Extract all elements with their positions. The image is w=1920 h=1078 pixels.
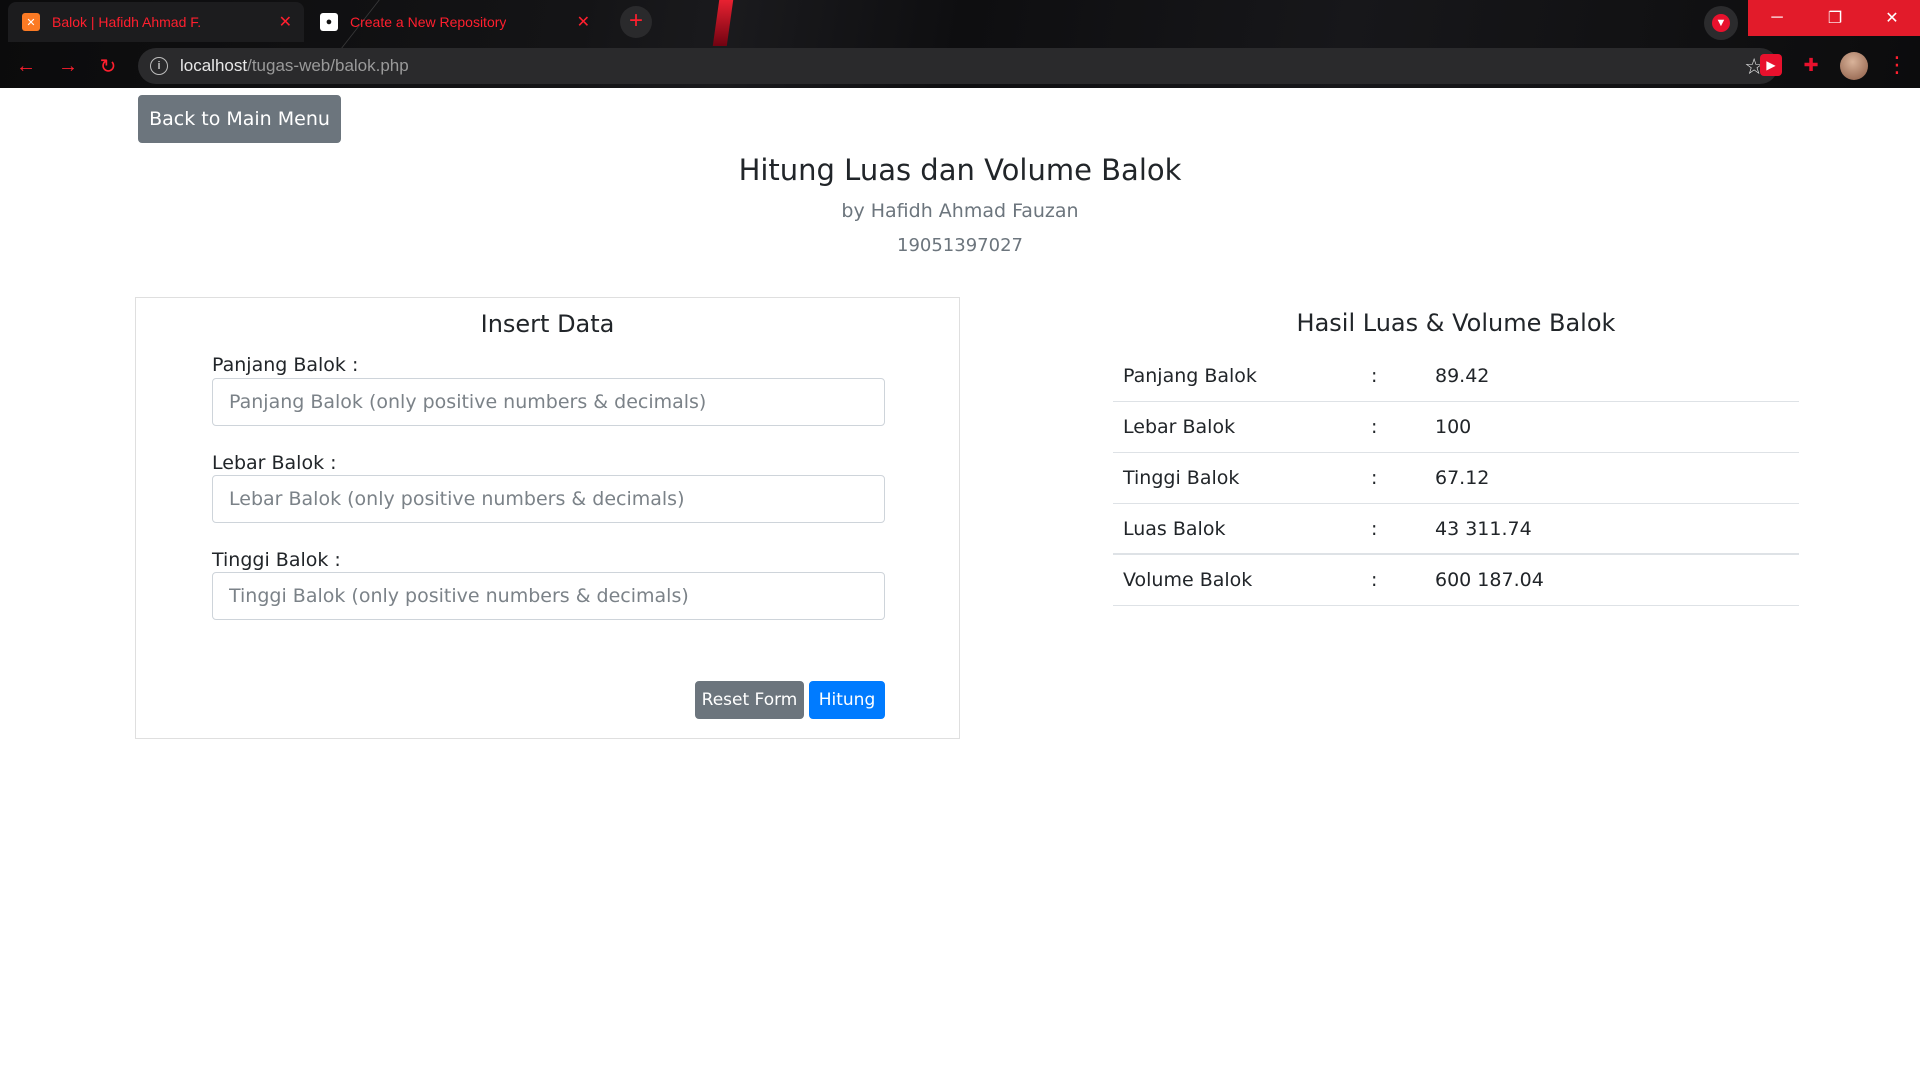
tab-balok[interactable]: ✕ Balok | Hafidh Ahmad F. ✕ xyxy=(8,2,304,42)
panjang-label: Panjang Balok : xyxy=(212,354,359,376)
row-label: Luas Balok xyxy=(1123,518,1226,540)
row-label: Panjang Balok xyxy=(1123,365,1257,387)
table-row: Tinggi Balok : 67.12 xyxy=(1113,453,1799,504)
row-label: Lebar Balok xyxy=(1123,416,1236,438)
author-subtitle: by Hafidh Ahmad Fauzan xyxy=(841,200,1079,222)
xampp-icon: ✕ xyxy=(22,13,40,31)
close-icon[interactable]: ✕ xyxy=(279,12,292,32)
table-row: Luas Balok : 43 311.74 xyxy=(1113,504,1799,555)
github-icon: ● xyxy=(320,13,338,31)
row-value: 100 xyxy=(1435,416,1472,438)
hitung-button[interactable]: Hitung xyxy=(809,681,885,719)
row-separator: : xyxy=(1371,467,1378,489)
lebar-label: Lebar Balok : xyxy=(212,452,337,474)
tab-title: Create a New Repository xyxy=(350,14,507,30)
row-separator: : xyxy=(1371,416,1378,438)
new-tab-button[interactable]: + xyxy=(620,6,652,38)
result-panel: Hasil Luas & Volume Balok Panjang Balok … xyxy=(1113,297,1799,606)
restore-button[interactable]: ❐ xyxy=(1806,0,1864,36)
tinggi-label: Tinggi Balok : xyxy=(212,549,341,571)
insert-data-card: Insert Data Panjang Balok : Lebar Balok … xyxy=(135,297,960,739)
menu-kebab-icon[interactable]: ⋮ xyxy=(1886,52,1908,78)
row-separator: : xyxy=(1371,518,1378,540)
close-window-button[interactable]: ✕ xyxy=(1864,0,1920,36)
profile-avatar[interactable] xyxy=(1840,52,1868,80)
table-row: Volume Balok : 600 187.04 xyxy=(1113,555,1799,606)
info-icon[interactable]: i xyxy=(150,57,168,75)
tab-title: Balok | Hafidh Ahmad F. xyxy=(52,14,202,30)
back-arrow-icon[interactable]: ← xyxy=(12,52,40,80)
row-separator: : xyxy=(1371,365,1378,387)
panjang-input[interactable] xyxy=(212,378,885,426)
media-extension-icon[interactable]: ▼ xyxy=(1704,6,1738,40)
table-row: Panjang Balok : 89.42 xyxy=(1113,351,1799,402)
row-label: Volume Balok xyxy=(1123,569,1253,591)
student-id: 19051397027 xyxy=(897,235,1023,256)
row-value: 600 187.04 xyxy=(1435,569,1544,591)
row-separator: : xyxy=(1371,569,1378,591)
form-title: Insert Data xyxy=(480,310,615,338)
toolbar: ← → ↻ i localhost/tugas-web/balok.php ☆ … xyxy=(0,44,1920,88)
result-table: Panjang Balok : 89.42 Lebar Balok : 100 … xyxy=(1113,351,1799,606)
tinggi-input[interactable] xyxy=(212,572,885,620)
extension-icon[interactable]: ▶ xyxy=(1760,54,1782,76)
tab-strip: ✕ Balok | Hafidh Ahmad F. ✕ ● Create a N… xyxy=(0,0,1920,44)
row-label: Tinggi Balok xyxy=(1123,467,1240,489)
forward-arrow-icon[interactable]: → xyxy=(54,52,82,80)
row-value: 43 311.74 xyxy=(1435,518,1532,540)
reset-form-button[interactable]: Reset Form xyxy=(695,681,804,719)
puzzle-extension-icon[interactable]: ✚ xyxy=(1800,54,1822,76)
minimize-button[interactable]: ─ xyxy=(1748,0,1806,36)
tab-github[interactable]: ● Create a New Repository ✕ xyxy=(306,2,602,42)
row-value: 89.42 xyxy=(1435,365,1490,387)
browser-chrome: ✕ Balok | Hafidh Ahmad F. ✕ ● Create a N… xyxy=(0,0,1920,88)
reload-icon[interactable]: ↻ xyxy=(94,52,122,80)
page-title: Hitung Luas dan Volume Balok xyxy=(738,153,1182,187)
page-content: Back to Main Menu Hitung Luas dan Volume… xyxy=(0,88,1920,1078)
url-text[interactable]: localhost/tugas-web/balok.php xyxy=(180,56,409,76)
back-to-main-menu-button[interactable]: Back to Main Menu xyxy=(138,95,341,143)
lebar-input[interactable] xyxy=(212,475,885,523)
result-title: Hasil Luas & Volume Balok xyxy=(1296,309,1616,337)
address-bar[interactable]: i localhost/tugas-web/balok.php ☆ xyxy=(138,48,1778,84)
table-row: Lebar Balok : 100 xyxy=(1113,402,1799,453)
close-icon[interactable]: ✕ xyxy=(577,12,590,32)
row-value: 67.12 xyxy=(1435,467,1490,489)
